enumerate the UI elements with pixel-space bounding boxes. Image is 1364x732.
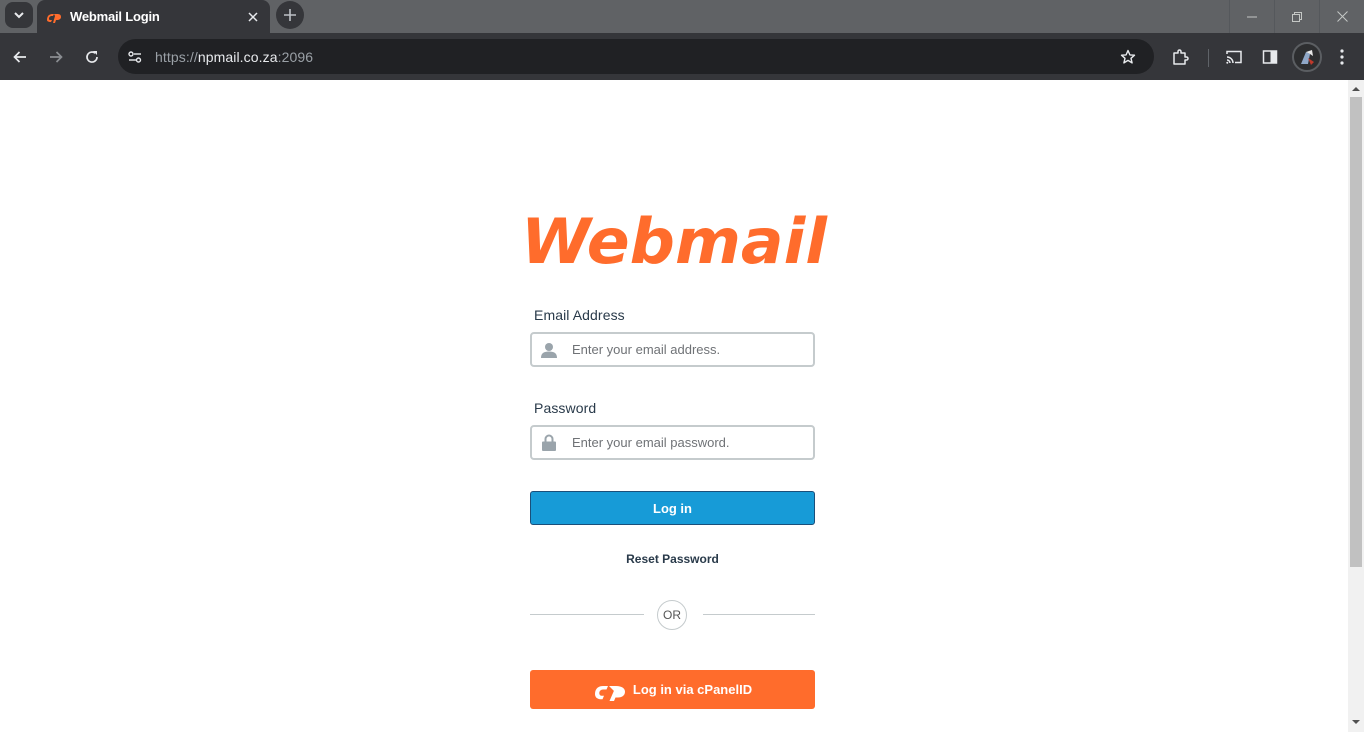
forward-button[interactable] (42, 43, 70, 71)
logo-text: Webmail (521, 210, 828, 270)
address-bar[interactable]: https://npmail.co.za:2096 (118, 39, 1154, 74)
reload-icon (86, 51, 98, 63)
url-port: :2096 (277, 48, 314, 65)
email-input[interactable] (572, 342, 802, 357)
window-close-button[interactable] (1319, 0, 1364, 33)
or-divider-right (703, 614, 815, 615)
tab-webmail-login[interactable]: Webmail Login (37, 0, 270, 33)
back-button[interactable] (6, 43, 34, 71)
url-text: https://npmail.co.za:2096 (155, 49, 313, 65)
minimize-icon (1247, 16, 1257, 17)
url-host: npmail.co.za (197, 48, 278, 65)
window-close-icon (1336, 11, 1348, 22)
extensions-icon[interactable] (1166, 43, 1194, 71)
forward-icon (50, 51, 63, 63)
cpanelid-button-label: Log in via cPanelID (632, 682, 753, 697)
page-content (0, 80, 1348, 732)
password-field[interactable] (530, 425, 815, 460)
site-info-icon[interactable] (122, 44, 148, 70)
email-field[interactable] (530, 332, 815, 367)
tab-title: Webmail Login (70, 9, 160, 24)
lock-icon (532, 427, 566, 458)
window-controls (1229, 0, 1364, 33)
tab-search-button[interactable] (5, 2, 33, 28)
url-scheme: https:// (155, 48, 198, 65)
menu-dots-icon[interactable] (1328, 43, 1356, 71)
cpanel-favicon (47, 13, 61, 23)
close-icon[interactable] (242, 6, 264, 28)
cpanelid-login-button[interactable]: Log in via cPanelID (530, 670, 815, 709)
reload-button[interactable] (78, 43, 106, 71)
scroll-down-icon[interactable] (1351, 717, 1361, 727)
cpanel-logo-icon (594, 685, 625, 701)
bookmark-star-icon[interactable] (1116, 45, 1140, 69)
restore-button[interactable] (1274, 0, 1319, 33)
login-button[interactable]: Log in (530, 491, 815, 525)
avatar[interactable] (1292, 42, 1322, 72)
new-tab-button[interactable] (276, 1, 304, 29)
or-badge: OR (657, 600, 687, 630)
browser-toolbar: https://npmail.co.za:2096 (0, 33, 1364, 80)
or-divider-left (530, 614, 644, 615)
reset-password-link[interactable]: Reset Password (530, 552, 815, 566)
scroll-up-icon[interactable] (1351, 84, 1361, 94)
chevron-down-icon (14, 12, 24, 19)
password-label: Password (534, 400, 597, 416)
toolbar-separator (1208, 49, 1209, 67)
cast-icon[interactable] (1220, 43, 1248, 71)
password-input[interactable] (572, 435, 802, 450)
tab-strip: Webmail Login (0, 0, 1364, 33)
restore-icon (1292, 11, 1302, 22)
side-panel-icon[interactable] (1256, 43, 1284, 71)
scroll-thumb[interactable] (1350, 97, 1362, 567)
back-icon (13, 51, 26, 63)
plus-icon (284, 9, 296, 21)
user-icon (532, 334, 566, 365)
email-label: Email Address (534, 307, 625, 323)
webmail-logo: Webmail (521, 205, 831, 278)
minimize-button[interactable] (1229, 0, 1274, 33)
